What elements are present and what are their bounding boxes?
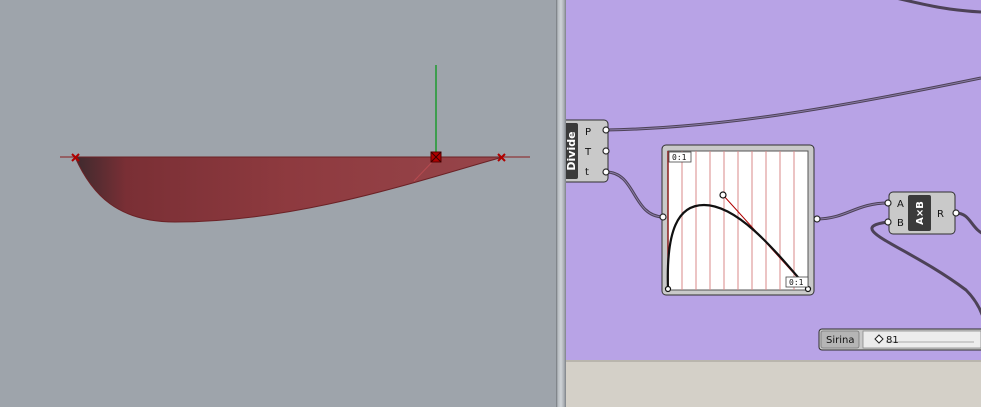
slider-name: Sirina <box>826 335 854 346</box>
multiply-component[interactable]: A×B A B R <box>884 191 960 235</box>
divide-output-p: P <box>585 127 591 138</box>
slider-value: 81 <box>886 335 899 346</box>
graph-mapper-output-port[interactable] <box>813 215 821 223</box>
viewport-scene <box>60 65 530 223</box>
point-marker-center[interactable] <box>430 151 442 163</box>
wire-slider-to-b <box>870 220 981 316</box>
multiply-input-a: A <box>897 199 904 210</box>
multiply-title: A×B <box>915 201 926 225</box>
divide-output-t: t <box>585 167 589 178</box>
divide-port-T[interactable] <box>602 147 610 155</box>
multiply-port-a[interactable] <box>884 199 892 207</box>
panel-splitter[interactable] <box>556 0 566 407</box>
domain-label-bottom-right: 0:1 <box>789 278 804 287</box>
domain-label-top-left: 0:1 <box>672 153 687 162</box>
control-point-handle[interactable] <box>719 191 727 199</box>
graph-mapper-input-port[interactable] <box>659 213 667 221</box>
wire-p-out <box>605 76 981 132</box>
curve-start-point[interactable] <box>664 285 672 293</box>
rhino-viewport[interactable] <box>0 0 556 407</box>
wire-top <box>897 0 981 14</box>
multiply-port-r[interactable] <box>952 209 960 217</box>
divide-title: Divide <box>566 131 578 170</box>
multiply-port-b[interactable] <box>884 218 892 226</box>
divide-port-p[interactable] <box>602 126 610 134</box>
sirina-slider[interactable]: Sirina 81 <box>818 328 981 351</box>
multiply-input-b: B <box>897 218 904 229</box>
canvas-graph: Divide P T t 0:1 0:1 A×B A B R Sirina 81 <box>566 0 981 351</box>
canvas-status-strip <box>566 360 981 407</box>
multiply-output-r: R <box>937 209 944 220</box>
divide-output-T: T <box>584 147 592 158</box>
divide-port-t[interactable] <box>602 168 610 176</box>
grasshopper-canvas[interactable]: Divide P T t 0:1 0:1 A×B A B R Sirina 81 <box>566 0 981 360</box>
wire-r-out <box>955 211 981 235</box>
red-surface[interactable] <box>74 156 504 223</box>
graph-mapper-component[interactable]: 0:1 0:1 <box>659 144 821 296</box>
divide-component[interactable]: Divide P T t <box>566 119 610 183</box>
